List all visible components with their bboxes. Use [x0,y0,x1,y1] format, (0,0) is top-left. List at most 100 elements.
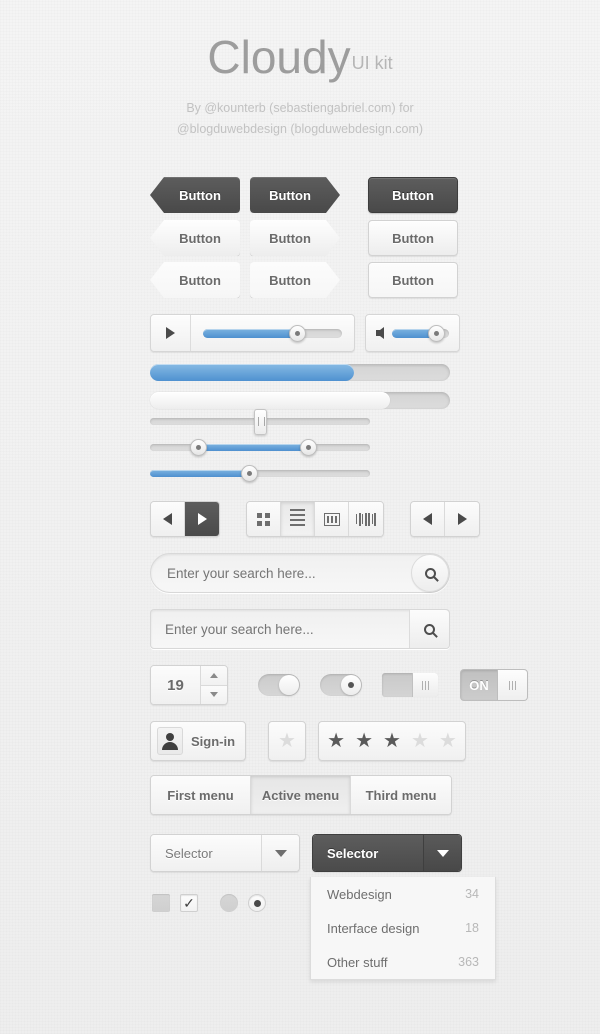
view-mode-columns[interactable] [315,502,349,536]
triangle-right-icon [197,513,207,525]
view-mode-list[interactable] [281,502,315,536]
radio-unselected[interactable] [220,894,238,912]
selector-light-label: Selector [151,835,261,871]
slider-track-1 [150,408,370,435]
play-button[interactable] [151,315,191,351]
toggle-on-label[interactable]: ON [460,669,528,701]
triangle-left-icon [163,513,172,525]
nav-next-button-2[interactable] [445,502,479,536]
button-dark-left[interactable]: Button [150,177,240,213]
slider-handle-2-end[interactable] [299,439,317,456]
search-input-square[interactable] [165,621,409,637]
stepper-increment-button[interactable] [201,666,227,686]
toggle-pill-plain[interactable] [258,674,300,696]
star-icon[interactable]: ★ [411,731,429,751]
nav-next-button-active[interactable] [185,502,219,536]
button-light-rect[interactable]: Button [368,220,458,256]
nav-prev-button[interactable] [151,502,185,536]
button-row-flat: Button Button Button [150,262,458,298]
toggle-pill-dot[interactable] [320,674,362,696]
star-icon: ★ [278,730,296,752]
selector-light[interactable]: Selector [150,834,300,872]
play-icon [166,327,175,339]
star-icon[interactable]: ★ [383,731,401,751]
slider-handle-1[interactable] [253,408,267,435]
checkbox-unchecked[interactable] [152,894,170,912]
media-progress-fill [203,328,298,338]
slider-vertical-handle[interactable] [150,408,370,435]
button-dark-right[interactable]: Button [250,177,340,213]
menu-tab-third[interactable]: Third menu [351,776,451,814]
triangle-left-icon [423,513,432,525]
selector-light-arrow[interactable] [261,835,299,871]
volume-knob[interactable] [427,324,445,342]
menu-tabs: First menu Active menu Third menu [150,775,452,815]
search-field-square[interactable] [150,609,450,649]
caret-down-icon [210,692,218,698]
stepper-arrows [201,666,227,704]
slider-single[interactable] [150,465,370,482]
stepper-decrement-button[interactable] [201,685,227,704]
chevron-down-icon [436,849,449,857]
dropdown-item-webdesign[interactable]: Webdesign 34 [311,877,495,911]
slider-track-2 [150,439,370,456]
star-rating[interactable]: ★ ★ ★ ★ ★ [318,721,466,761]
slider-handle-3[interactable] [240,465,258,482]
button-flat-rect[interactable]: Button [368,262,458,298]
volume-slider[interactable] [366,315,459,351]
view-mode-grid[interactable] [247,502,281,536]
progress-track-blue [150,364,450,381]
user-icon [157,727,183,755]
page-header: CloudyUI kit By @kounterb (sebastiengabr… [0,0,600,140]
stepper-value: 19 [151,666,201,704]
dropdown-menu-wrap: Webdesign 34 Interface design 18 Other s… [310,877,496,980]
toggle-square[interactable] [382,673,438,697]
star-icon[interactable]: ★ [439,731,457,751]
view-mode-bars[interactable] [349,502,383,536]
button-light-left[interactable]: Button [150,220,240,256]
grip-icon [509,680,516,690]
search-field-rounded[interactable] [150,553,450,593]
slider-fill-3 [150,470,249,477]
nav-prev-button-2[interactable] [411,502,445,536]
checkbox-checked[interactable]: ✓ [180,894,198,912]
star-single[interactable]: ★ [268,721,306,761]
selector-dark[interactable]: Selector [312,834,462,872]
button-dark-rect[interactable]: Button [368,177,458,213]
volume-track [392,324,449,342]
search-submit-square[interactable] [409,610,449,648]
number-stepper[interactable]: 19 [150,665,228,705]
column-view-icon [323,512,340,526]
star-icon[interactable]: ★ [327,731,345,751]
caret-up-icon [210,672,218,678]
title-text: Cloudy [207,31,351,83]
dropdown-item-other-stuff[interactable]: Other stuff 363 [311,945,495,979]
bars-view-icon [356,512,376,526]
slider-handle-2-start[interactable] [189,439,207,456]
search-square [150,609,450,649]
media-player [150,314,460,352]
menu-tab-first[interactable]: First menu [151,776,251,814]
button-flat-right[interactable]: Button [250,262,340,298]
triangle-right-icon [457,513,467,525]
choice-controls-row: ✓ [152,894,266,912]
dropdown-item-interface-design[interactable]: Interface design 18 [311,911,495,945]
selector-dark-arrow[interactable] [423,835,461,871]
search-submit-rounded[interactable] [411,554,449,592]
button-row-light: Button Button Button [150,220,458,256]
star-icon[interactable]: ★ [355,731,373,751]
menu-tab-active[interactable]: Active menu [251,776,351,814]
slider-range-fill [198,444,309,451]
button-flat-left[interactable]: Button [150,262,240,298]
radio-selected[interactable] [248,894,266,912]
search-input-rounded[interactable] [167,565,411,581]
signin-rating-row: Sign-in ★ ★ ★ ★ ★ ★ [150,721,466,761]
media-progress-slider[interactable] [191,315,354,351]
toolbar-row [150,501,480,537]
progress-fill-blue [150,364,354,381]
signin-button[interactable]: Sign-in [150,721,246,761]
button-light-right[interactable]: Button [250,220,340,256]
media-progress-knob[interactable] [289,324,307,342]
slider-track-3 [150,465,370,482]
slider-range[interactable] [150,439,370,456]
